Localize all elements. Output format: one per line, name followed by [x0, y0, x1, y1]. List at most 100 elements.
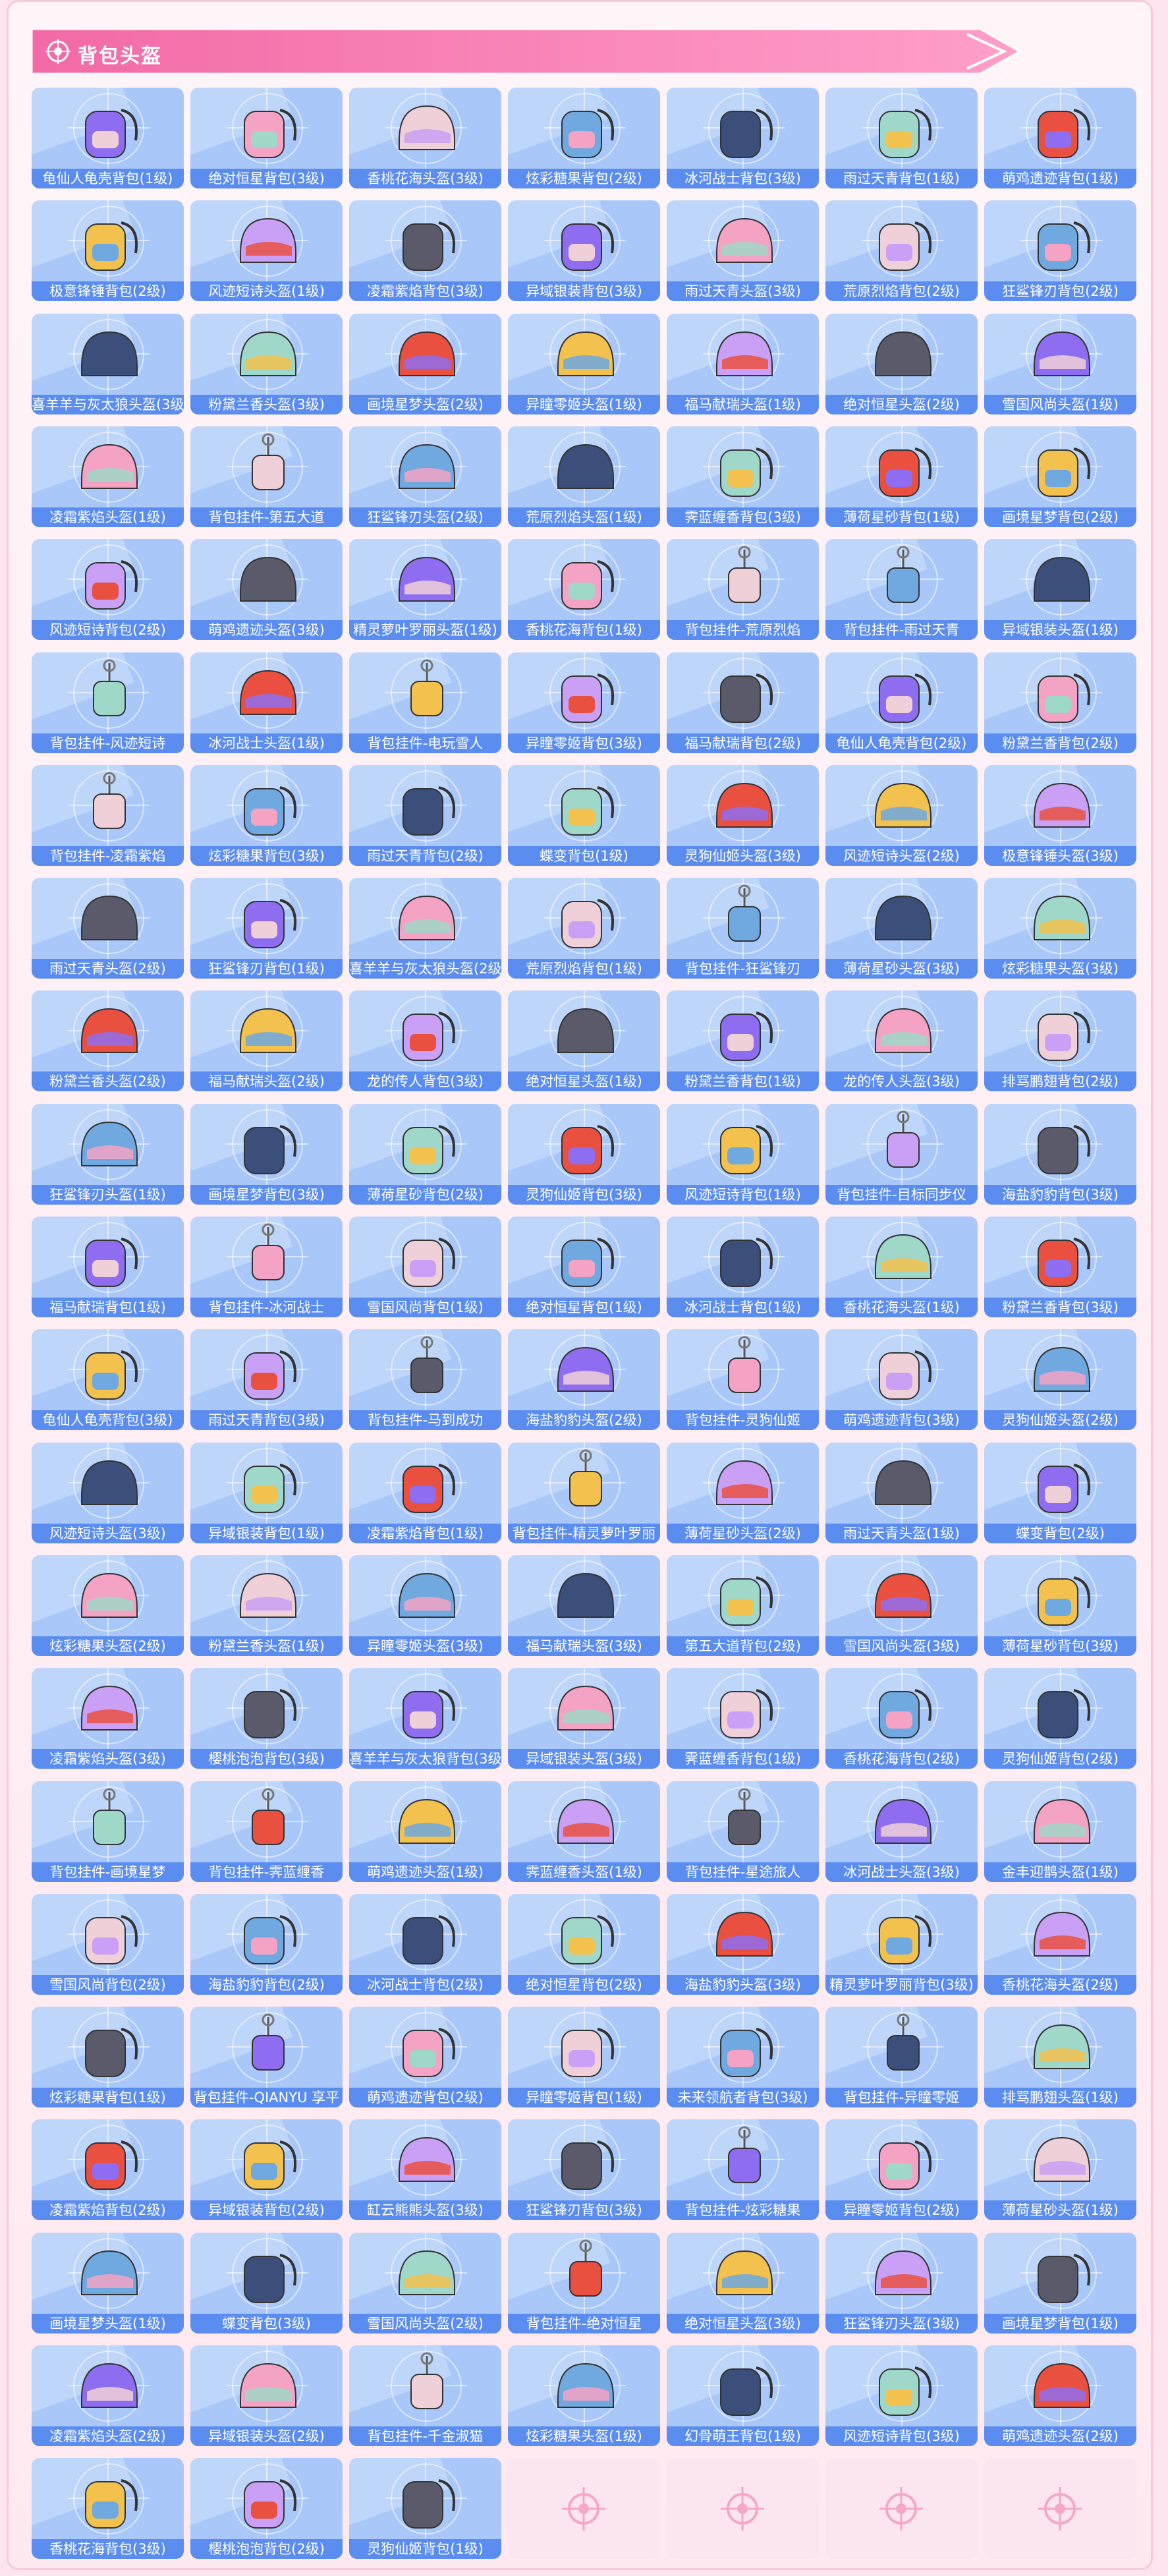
item-tile[interactable]: 冰河战士背包(3级)	[667, 88, 819, 188]
item-tile[interactable]: 灵狗仙姬头盔(3级)	[667, 765, 819, 866]
item-tile[interactable]: 风迹短诗头盔(2级)	[825, 765, 978, 866]
item-tile[interactable]: 背包挂件-精灵萝叶罗丽	[508, 1443, 660, 1543]
item-tile[interactable]: 喜羊羊与灰太狼背包(3级)	[349, 1668, 501, 1769]
item-tile[interactable]: 粉黛兰香背包(2级)	[984, 652, 1136, 753]
item-tile[interactable]: 画境星梦背包(3级)	[190, 1104, 343, 1205]
item-tile[interactable]: 未来领航者背包(3级)	[667, 2007, 819, 2107]
item-tile[interactable]: 绝对恒星头盔(2级)	[825, 314, 978, 415]
item-tile[interactable]: 龟仙人龟壳背包(3级)	[32, 1329, 184, 1430]
item-tile[interactable]: 风迹短诗头盔(3级)	[32, 1443, 184, 1543]
item-tile[interactable]: 雨过天青头盔(2级)	[32, 878, 184, 979]
item-tile[interactable]: 雪国风尚头盔(3级)	[825, 1555, 978, 1656]
item-tile[interactable]: 绝对恒星背包(3级)	[190, 88, 343, 188]
item-tile[interactable]: 香桃花海背包(1级)	[508, 539, 660, 640]
item-tile[interactable]: 樱桃泡泡背包(3级)	[190, 1668, 343, 1769]
item-tile[interactable]: 炫彩糖果头盔(3级)	[984, 878, 1136, 979]
item-tile[interactable]: 龟仙人龟壳背包(1级)	[32, 88, 184, 188]
item-tile[interactable]: 萌鸡遗迹头盔(3级)	[190, 539, 343, 640]
item-tile[interactable]: 雪国风尚头盔(2级)	[349, 2233, 501, 2333]
item-tile[interactable]: 雪国风尚背包(1级)	[349, 1216, 501, 1317]
item-tile[interactable]: 异域银装头盔(3级)	[508, 1668, 660, 1769]
item-tile[interactable]: 灵狗仙姬背包(2级)	[984, 1668, 1136, 1769]
item-tile[interactable]: 绝对恒星头盔(1级)	[508, 990, 660, 1091]
item-tile[interactable]: 荒原烈焰头盔(1级)	[508, 426, 660, 527]
item-tile[interactable]: 雨过天青背包(3级)	[190, 1329, 343, 1430]
item-tile[interactable]: 海盐豹豹背包(3级)	[984, 1104, 1136, 1205]
item-tile[interactable]: 灵狗仙姬背包(3级)	[508, 1104, 660, 1205]
item-tile[interactable]: 异瞳零姬背包(3级)	[508, 652, 660, 753]
item-tile[interactable]: 精灵萝叶罗丽头盔(1级)	[349, 539, 501, 640]
item-tile[interactable]: 背包挂件-荒原烈焰	[667, 539, 819, 640]
item-tile[interactable]: 背包挂件-风迹短诗	[32, 652, 184, 753]
item-tile[interactable]: 凌霜紫焰背包(3级)	[349, 200, 501, 301]
item-tile[interactable]: 海盐豹豹背包(2级)	[190, 1894, 343, 1995]
item-tile[interactable]: 雨过天青头盔(3级)	[667, 200, 819, 301]
item-tile[interactable]: 粉黛兰香背包(1级)	[667, 990, 819, 1091]
item-tile[interactable]: 背包挂件-雨过天青	[825, 539, 978, 640]
item-tile[interactable]: 冰河战士背包(1级)	[667, 1216, 819, 1317]
item-tile[interactable]: 画境星梦背包(2级)	[984, 426, 1136, 527]
item-tile[interactable]: 荒原烈焰背包(1级)	[508, 878, 660, 979]
item-tile[interactable]: 狂鲨锋刃背包(3级)	[508, 2119, 660, 2220]
item-tile[interactable]: 荒原烈焰背包(2级)	[825, 200, 978, 301]
item-tile[interactable]: 异域银装头盔(1级)	[984, 539, 1136, 640]
item-tile[interactable]: 蝶变背包(1级)	[508, 765, 660, 866]
item-tile[interactable]: 霁蓝缠香背包(1级)	[667, 1668, 819, 1769]
item-tile[interactable]: 粉黛兰香背包(3级)	[984, 1216, 1136, 1317]
item-tile[interactable]: 狂鲨锋刃背包(1级)	[190, 878, 343, 979]
item-tile[interactable]: 香桃花海背包(3级)	[32, 2458, 184, 2559]
item-tile[interactable]: 画境星梦头盔(2级)	[349, 314, 501, 415]
item-tile[interactable]: 风迹短诗头盔(1级)	[190, 200, 343, 301]
item-tile[interactable]: 幻骨萌王背包(1级)	[667, 2345, 819, 2446]
item-tile[interactable]: 凌霜紫焰背包(2级)	[32, 2119, 184, 2220]
item-tile[interactable]: 异域银装头盔(2级)	[190, 2345, 343, 2446]
item-tile[interactable]: 背包挂件-狂鲨锋刃	[667, 878, 819, 979]
item-tile[interactable]: 极意锋锤背包(2级)	[32, 200, 184, 301]
item-tile[interactable]: 背包挂件-第五大道	[190, 426, 343, 527]
item-tile[interactable]: 异瞳零姬背包(1级)	[508, 2007, 660, 2107]
item-tile[interactable]: 灵狗仙姬头盔(2级)	[984, 1329, 1136, 1430]
item-tile[interactable]: 背包挂件-灵狗仙姬	[667, 1329, 819, 1430]
item-tile[interactable]: 背包挂件-冰河战士	[190, 1216, 343, 1317]
item-tile[interactable]: 狂鲨锋刃背包(2级)	[984, 200, 1136, 301]
item-tile[interactable]: 风迹短诗背包(2级)	[32, 539, 184, 640]
item-tile[interactable]: 炫彩糖果头盔(1级)	[508, 2345, 660, 2446]
item-tile[interactable]: 背包挂件-马到成功	[349, 1329, 501, 1430]
item-tile[interactable]: 极意锋锤头盔(3级)	[984, 765, 1136, 866]
item-tile[interactable]: 薄荷星砂背包(2级)	[349, 1104, 501, 1205]
item-tile[interactable]: 背包挂件-QIANYU 享平	[190, 2007, 343, 2107]
item-tile[interactable]: 粉黛兰香头盔(3级)	[190, 314, 343, 415]
item-tile[interactable]: 霁蓝缠香背包(3级)	[667, 426, 819, 527]
item-tile[interactable]: 狂鲨锋刃头盔(3级)	[825, 2233, 978, 2333]
item-tile[interactable]: 背包挂件-凌霜紫焰	[32, 765, 184, 866]
item-tile[interactable]: 薄荷星砂头盔(1级)	[984, 2119, 1136, 2220]
item-tile[interactable]: 风迹短诗背包(1级)	[667, 1104, 819, 1205]
item-tile[interactable]: 炫彩糖果背包(2级)	[508, 88, 660, 188]
item-tile[interactable]: 画境星梦背包(1级)	[984, 2233, 1136, 2333]
item-tile[interactable]: 异域银装背包(3级)	[508, 200, 660, 301]
item-tile[interactable]: 凌霜紫焰背包(1级)	[349, 1443, 501, 1543]
item-tile[interactable]: 风迹短诗背包(3级)	[825, 2345, 978, 2446]
item-tile[interactable]: 霁蓝缠香头盔(1级)	[508, 1781, 660, 1882]
item-tile[interactable]: 粉黛兰香头盔(1级)	[190, 1555, 343, 1656]
item-tile[interactable]: 炫彩糖果背包(1级)	[32, 2007, 184, 2107]
item-tile[interactable]: 萌鸡遗迹头盔(1级)	[349, 1781, 501, 1882]
item-tile[interactable]: 背包挂件-画境星梦	[32, 1781, 184, 1882]
item-tile[interactable]: 雪国风尚头盔(1级)	[984, 314, 1136, 415]
item-tile[interactable]: 异瞳零姬头盔(1级)	[508, 314, 660, 415]
item-tile[interactable]: 绝对恒星头盔(3级)	[667, 2233, 819, 2333]
item-tile[interactable]: 福马献瑞背包(2级)	[667, 652, 819, 753]
item-tile[interactable]: 背包挂件-绝对恒星	[508, 2233, 660, 2333]
item-tile[interactable]: 金丰迎鹊头盔(1级)	[984, 1781, 1136, 1882]
item-tile[interactable]: 画境星梦头盔(1级)	[32, 2233, 184, 2333]
item-tile[interactable]: 狂鲨锋刃头盔(1级)	[32, 1104, 184, 1205]
item-tile[interactable]: 雪国风尚背包(2级)	[32, 1894, 184, 1995]
item-tile[interactable]: 灵狗仙姬背包(1级)	[349, 2458, 501, 2559]
item-tile[interactable]: 绝对恒星背包(2级)	[508, 1894, 660, 1995]
item-tile[interactable]: 雨过天青背包(1级)	[825, 88, 978, 188]
item-tile[interactable]: 背包挂件-目标同步仪	[825, 1104, 978, 1205]
item-tile[interactable]: 香桃花海头盔(3级)	[349, 88, 501, 188]
item-tile[interactable]: 背包挂件-霁蓝缠香	[190, 1781, 343, 1882]
item-tile[interactable]: 缸云熊熊头盔(3级)	[349, 2119, 501, 2220]
item-tile[interactable]: 绝对恒星背包(1级)	[508, 1216, 660, 1317]
